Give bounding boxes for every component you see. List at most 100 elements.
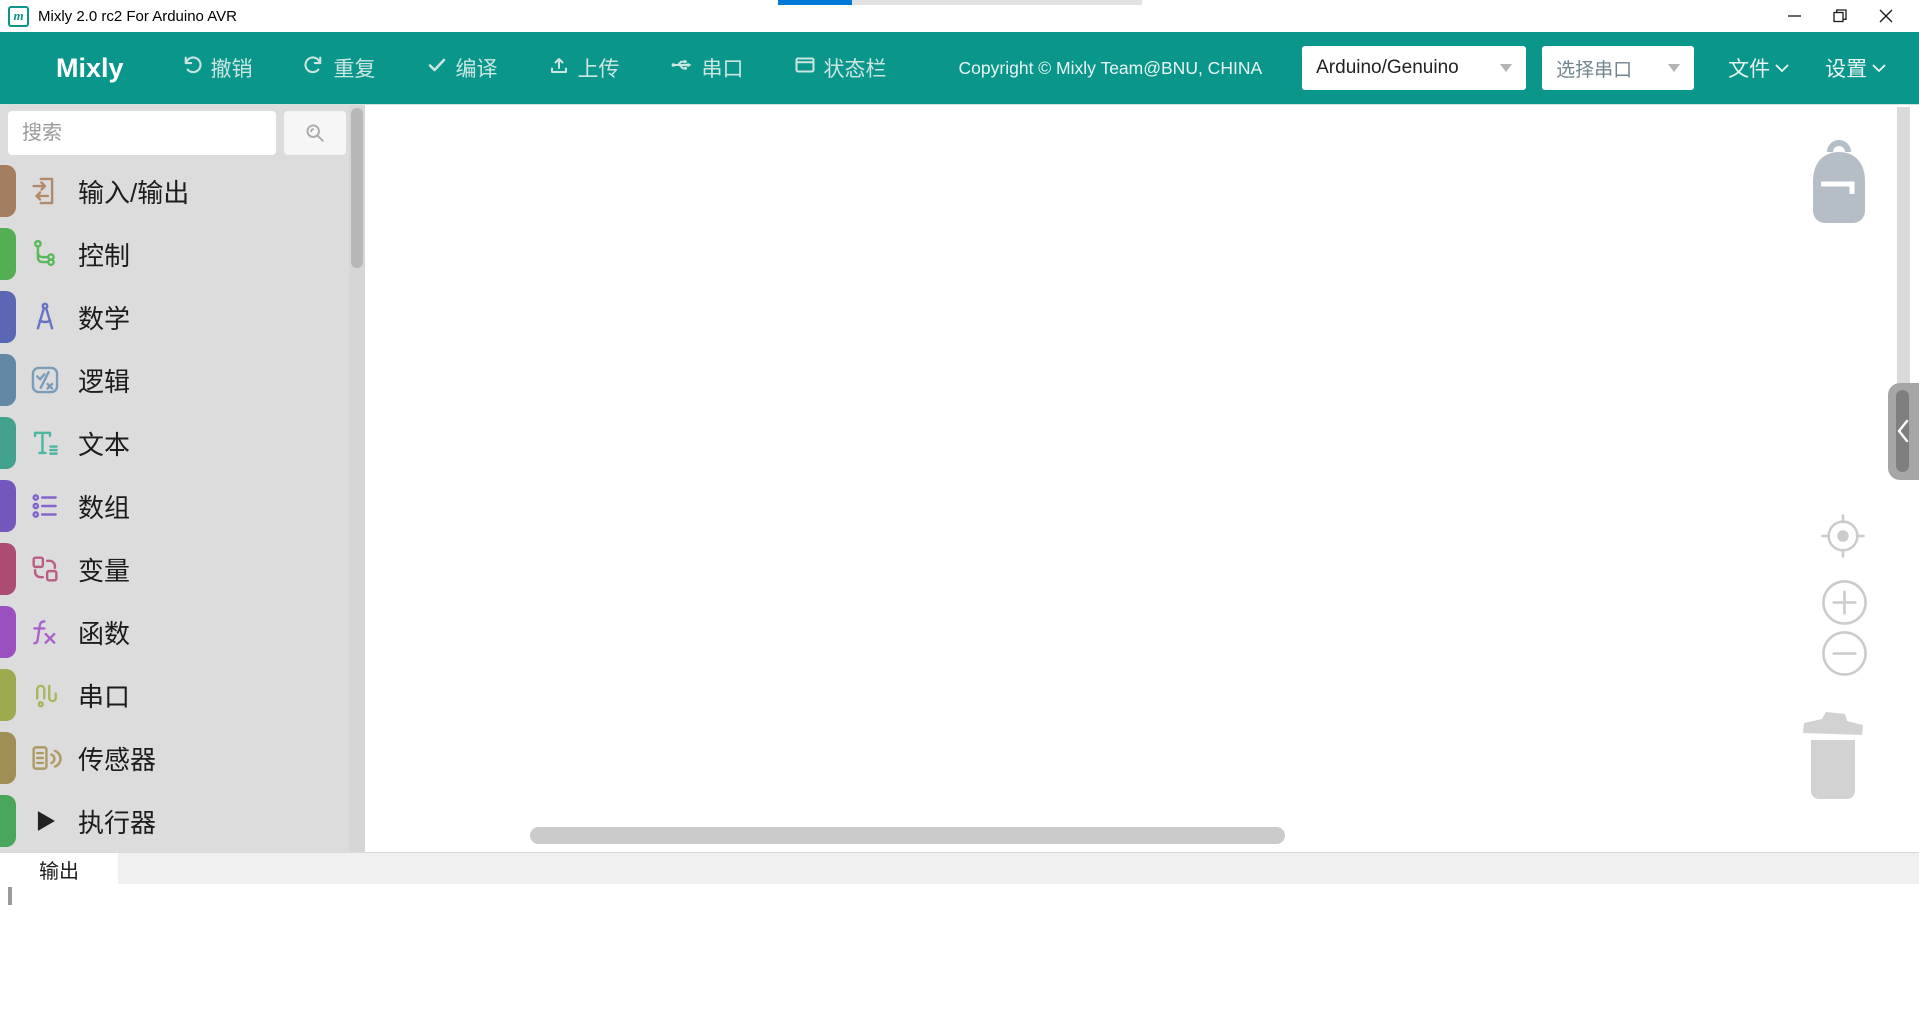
category-label: 函数 — [78, 614, 130, 651]
mixly-app-window: m Mixly 2.0 rc2 For Arduino AVR Mixly — [0, 0, 1919, 1032]
minimize-button[interactable] — [1771, 0, 1817, 32]
category-label: 变量 — [78, 551, 130, 588]
category-color-bar — [0, 732, 16, 784]
category-label: 文本 — [78, 425, 130, 462]
upload-label: 上传 — [578, 53, 620, 83]
sidebar-item-variable[interactable]: 变量 — [0, 538, 365, 601]
category-label: 数学 — [78, 299, 130, 336]
undo-button[interactable]: 撤销 — [180, 53, 253, 83]
sidebar-item-text[interactable]: 文本 — [0, 412, 365, 475]
sidebar-item-math[interactable]: 数学 — [0, 286, 365, 349]
category-label: 数组 — [78, 488, 130, 525]
undo-label: 撤销 — [211, 53, 253, 83]
code-panel-collapse-handle[interactable] — [1888, 383, 1919, 480]
function-icon — [28, 615, 62, 649]
sidebar-item-sensor[interactable]: 传感器 — [0, 727, 365, 790]
window-title: Mixly 2.0 rc2 For Arduino AVR — [38, 8, 237, 25]
sidebar-item-control[interactable]: 控制 — [0, 223, 365, 286]
category-list: 输入/输出 控制 — [0, 160, 365, 853]
text-icon — [28, 426, 62, 460]
category-color-bar — [0, 669, 16, 721]
settings-menu-label: 设置 — [1825, 53, 1867, 83]
redo-button[interactable]: 重复 — [303, 53, 376, 83]
zoom-in-button[interactable] — [1821, 579, 1868, 626]
board-select-value: Arduino/Genuino — [1316, 57, 1490, 79]
file-menu-label: 文件 — [1728, 53, 1770, 83]
undo-icon — [180, 54, 203, 83]
file-menu[interactable]: 文件 — [1728, 53, 1789, 83]
mixly-brand-logo[interactable]: Mixly — [56, 53, 124, 84]
top-progress-bar-track — [852, 0, 1142, 5]
main-toolbar: Mixly 撤销 重复 — [0, 32, 1919, 105]
settings-menu[interactable]: 设置 — [1825, 53, 1886, 83]
control-icon — [28, 237, 62, 271]
port-select-dropdown[interactable]: 选择串口 — [1542, 46, 1694, 90]
mixly-app-icon: m — [8, 6, 29, 27]
plus-icon — [1821, 579, 1868, 626]
statusbar-label: 状态栏 — [824, 53, 887, 83]
statusbar-toggle-button[interactable]: 状态栏 — [794, 53, 887, 83]
sidebar-item-serial[interactable]: 串口 — [0, 664, 365, 727]
category-color-bar — [0, 543, 16, 595]
play-triangle-icon — [28, 804, 62, 838]
vertical-scrollbar[interactable] — [1897, 107, 1910, 383]
category-color-bar — [0, 417, 16, 469]
search-button[interactable] — [284, 111, 346, 155]
center-workspace-button[interactable] — [1820, 513, 1866, 559]
compile-label: 编译 — [456, 53, 498, 83]
sidebar-item-logic[interactable]: 逻辑 — [0, 349, 365, 412]
blockly-workspace[interactable] — [365, 105, 1919, 852]
io-icon — [28, 174, 62, 208]
output-caret — [8, 887, 12, 905]
category-label: 输入/输出 — [78, 173, 189, 210]
serial-pins-icon — [28, 678, 62, 712]
serial-monitor-button[interactable]: 串口 — [670, 53, 744, 83]
category-label: 传感器 — [78, 740, 156, 777]
serial-label: 串口 — [702, 53, 744, 83]
output-panel[interactable] — [0, 884, 1919, 1032]
close-button[interactable] — [1863, 0, 1909, 32]
upload-button[interactable]: 上传 — [548, 53, 620, 83]
dropdown-arrow-icon — [1668, 64, 1680, 72]
search-icon — [303, 121, 327, 145]
usb-icon — [670, 54, 694, 82]
category-color-bar — [0, 228, 16, 280]
sensor-icon — [28, 741, 62, 775]
minus-icon — [1821, 630, 1868, 677]
category-label: 串口 — [78, 677, 130, 714]
board-select-dropdown[interactable]: Arduino/Genuino — [1302, 46, 1526, 90]
redo-icon — [303, 54, 326, 83]
category-label: 控制 — [78, 236, 130, 273]
crosshair-icon — [1820, 513, 1866, 559]
category-label: 执行器 — [78, 803, 156, 840]
restore-button[interactable] — [1817, 0, 1863, 32]
category-color-bar — [0, 795, 16, 847]
category-color-bar — [0, 480, 16, 532]
zoom-out-button[interactable] — [1821, 630, 1868, 677]
horizontal-scrollbar[interactable] — [530, 827, 1285, 844]
block-category-sidebar: 输入/输出 控制 — [0, 105, 365, 852]
dropdown-arrow-icon — [1500, 64, 1512, 72]
copyright-text: Copyright © Mixly Team@BNU, CHINA — [959, 58, 1263, 79]
bottom-tab-bar: 输出 — [0, 852, 1919, 884]
category-color-bar — [0, 165, 16, 217]
sidebar-item-actuator[interactable]: 执行器 — [0, 790, 365, 853]
category-color-bar — [0, 606, 16, 658]
statusbar-icon — [794, 54, 816, 82]
sidebar-item-io[interactable]: 输入/输出 — [0, 160, 365, 223]
top-progress-bar-fill — [778, 0, 852, 5]
chevron-left-icon — [1895, 418, 1911, 444]
sidebar-scrollbar-thumb[interactable] — [351, 108, 363, 268]
logic-icon — [28, 363, 62, 397]
sidebar-item-array[interactable]: 数组 — [0, 475, 365, 538]
compile-check-icon — [426, 54, 448, 82]
trash-icon[interactable] — [1801, 705, 1865, 801]
search-input[interactable] — [8, 111, 276, 155]
tab-output[interactable]: 输出 — [0, 853, 118, 885]
category-color-bar — [0, 354, 16, 406]
sidebar-item-function[interactable]: 函数 — [0, 601, 365, 664]
category-label: 逻辑 — [78, 362, 130, 399]
compile-button[interactable]: 编译 — [426, 53, 498, 83]
backpack-icon[interactable] — [1808, 135, 1870, 231]
chevron-down-icon — [1775, 64, 1789, 73]
